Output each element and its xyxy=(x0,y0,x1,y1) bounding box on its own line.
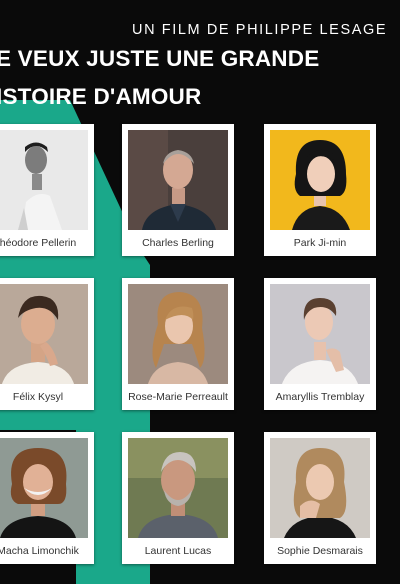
headshot-image xyxy=(270,284,370,384)
cast-card: Park Ji-min xyxy=(264,124,376,256)
headshot-photo xyxy=(128,130,228,230)
cast-card: Félix Kysyl xyxy=(0,278,94,410)
headshot-photo xyxy=(0,438,88,538)
cast-name: Park Ji-min xyxy=(293,237,347,249)
cast-name: Amaryllis Tremblay xyxy=(275,391,365,403)
cast-name: Rose-Marie Perreault xyxy=(128,391,228,403)
headshot-image xyxy=(270,130,370,230)
headshot-photo xyxy=(0,284,88,384)
headshot-image xyxy=(0,284,88,384)
headshot-image xyxy=(128,284,228,384)
film-title-line-2: ISTOIRE D'AMOUR xyxy=(0,84,202,109)
headshot-image xyxy=(270,438,370,538)
headshot-image xyxy=(128,438,228,538)
headshot-photo xyxy=(270,130,370,230)
cast-name: Laurent Lucas xyxy=(144,545,212,557)
headshot-image xyxy=(0,130,88,230)
cast-card: Rose-Marie Perreault xyxy=(122,278,234,410)
cast-card: Laurent Lucas xyxy=(122,432,234,564)
headshot-photo xyxy=(0,130,88,230)
director-credit: UN FILM DE PHILIPPE LESAGE xyxy=(132,22,388,38)
cast-name: Sophie Desmarais xyxy=(277,545,363,557)
cast-card: Amaryllis Tremblay xyxy=(264,278,376,410)
headshot-photo xyxy=(270,284,370,384)
cast-card: héodore Pellerin xyxy=(0,124,94,256)
cast-card: Charles Berling xyxy=(122,124,234,256)
headshot-photo xyxy=(128,438,228,538)
cast-name: Charles Berling xyxy=(142,237,214,249)
headshot-photo xyxy=(128,284,228,384)
cast-card: Macha Limonchik xyxy=(0,432,94,564)
headshot-image xyxy=(128,130,228,230)
cast-name: Félix Kysyl xyxy=(12,391,64,403)
cast-card: Sophie Desmarais xyxy=(264,432,376,564)
cast-name: Macha Limonchik xyxy=(0,545,79,557)
headshot-image xyxy=(0,438,88,538)
film-title-line-1: E VEUX JUSTE UNE GRANDE xyxy=(0,46,320,71)
headshot-photo xyxy=(270,438,370,538)
cast-name: héodore Pellerin xyxy=(0,237,77,249)
